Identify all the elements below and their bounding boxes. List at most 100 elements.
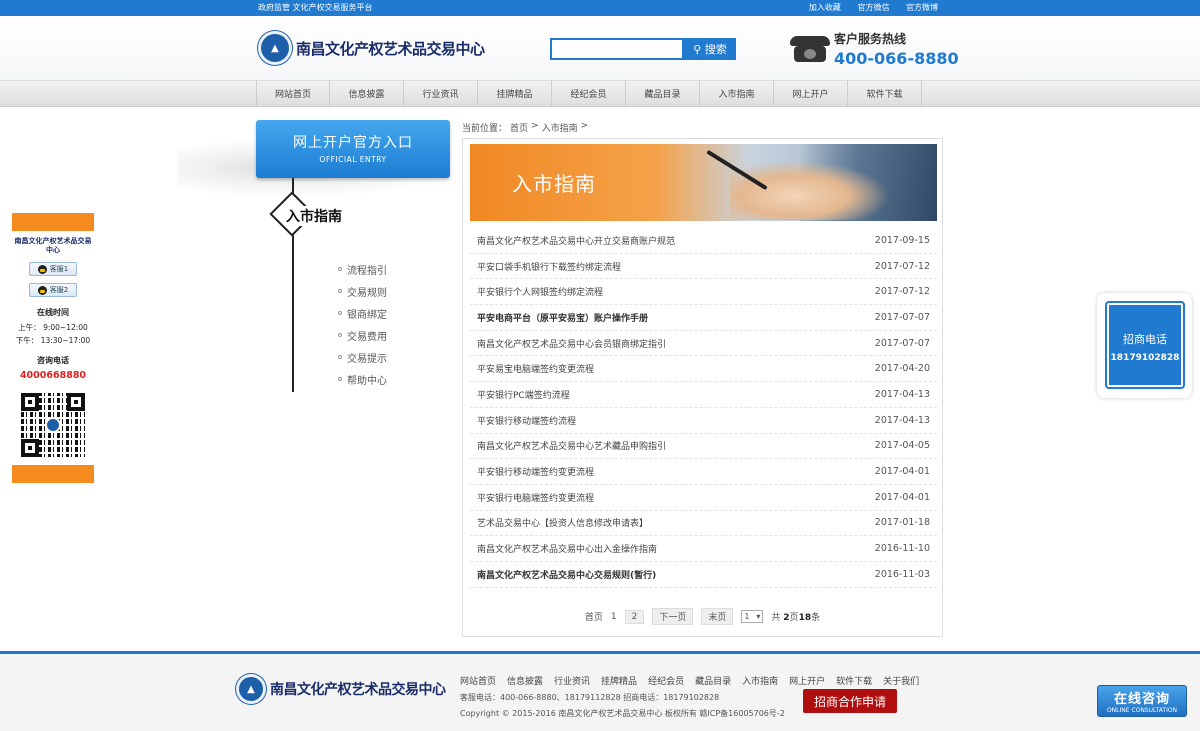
sidebar-item-bank-binding[interactable]: 银商绑定 xyxy=(338,302,387,324)
search-button[interactable]: ⚲ 搜索 xyxy=(684,38,736,60)
pager-last[interactable]: 末页 xyxy=(701,608,734,625)
sidebar-item-fees[interactable]: 交易费用 xyxy=(338,324,387,346)
article-title[interactable]: 平安易宝电脑端签约变更流程 xyxy=(477,362,594,375)
article-title[interactable]: 平安银行PC端签约流程 xyxy=(477,388,570,401)
list-item[interactable]: 平安银行电脑端签约变更流程 2017-04-01 xyxy=(470,485,937,511)
qq-service-2-button[interactable]: 客服2 xyxy=(29,283,77,297)
footer-link-news[interactable]: 行业资讯 xyxy=(554,674,590,687)
article-title[interactable]: 平安口袋手机银行下载签约绑定流程 xyxy=(477,260,621,273)
article-date: 2017-04-20 xyxy=(874,363,930,375)
nav-item-guide[interactable]: 入市指南 xyxy=(700,81,774,106)
top-bar-slogan: 政府监管 文化产权交易服务平台 xyxy=(258,3,373,12)
article-title[interactable]: 南昌文化产权艺术品交易中心交易规则(暂行) xyxy=(477,568,656,581)
article-date: 2017-07-12 xyxy=(874,260,930,272)
sidebar-title: 入市指南 xyxy=(286,206,344,226)
sidebar-item-rules[interactable]: 交易规则 xyxy=(338,280,387,302)
footer-link-open-account[interactable]: 网上开户 xyxy=(789,674,825,687)
footer-logo-text: 南昌文化产权艺术品交易中心 xyxy=(270,682,446,698)
nav-item-disclosure[interactable]: 信息披露 xyxy=(330,81,404,106)
list-item[interactable]: 平安银行移动端签约流程 2017-04-13 xyxy=(470,408,937,434)
list-item[interactable]: 平安电商平台（原平安易宝）账户操作手册 2017-07-07 xyxy=(470,305,937,331)
pager-page-1[interactable]: 1 xyxy=(611,612,617,622)
list-item[interactable]: 平安银行个人网银签约绑定流程 2017-07-12 xyxy=(470,279,937,306)
nav-item-news[interactable]: 行业资讯 xyxy=(404,81,478,106)
article-title[interactable]: 平安银行移动端签约变更流程 xyxy=(477,465,594,478)
article-title[interactable]: 南昌文化产权艺术品交易中心艺术藏品申购指引 xyxy=(477,439,666,452)
article-date: 2017-04-05 xyxy=(874,440,930,452)
pager-page-2[interactable]: 2 xyxy=(624,609,645,624)
footer-link-download[interactable]: 软件下载 xyxy=(836,674,872,687)
article-list: 南昌文化产权艺术品交易中心开立交易商账户规范 2017-09-15 平安口袋手机银行… xyxy=(470,228,937,588)
footer-link-disclosure[interactable]: 信息披露 xyxy=(507,674,543,687)
breadcrumb-end: > xyxy=(580,121,589,131)
site-logo[interactable]: ▲ 南昌文化产权艺术品交易中心 xyxy=(258,31,485,65)
list-item[interactable]: 平安易宝电脑端签约变更流程 2017-04-20 xyxy=(470,356,937,383)
sidebar-item-help[interactable]: 帮助中心 xyxy=(338,368,387,390)
official-entry-sublabel: OFFICIAL ENTRY xyxy=(319,155,387,164)
consult-phone-number: 4000668880 xyxy=(19,370,87,381)
list-item[interactable]: 南昌文化产权艺术品交易中心交易规则(暂行) 2016-11-03 xyxy=(470,562,937,588)
list-item[interactable]: 南昌文化产权艺术品交易中心出入金操作指南 2016-11-10 xyxy=(470,536,937,562)
investment-hotline-title: 招商电话 xyxy=(1123,333,1167,346)
pager-select[interactable]: 1 ▾ xyxy=(741,610,764,623)
sidebar-item-tips[interactable]: 交易提示 xyxy=(338,346,387,368)
nav-item-members[interactable]: 经纪会员 xyxy=(552,81,626,106)
article-date: 2017-09-15 xyxy=(874,234,930,246)
top-bar: 政府监管 文化产权交易服务平台 加入收藏 官方微信 官方微博 xyxy=(0,0,1200,16)
nav-item-open-account[interactable]: 网上开户 xyxy=(774,81,848,106)
qq-service-2-label: 客服2 xyxy=(49,286,69,294)
online-time-title: 在线时间 xyxy=(37,308,69,317)
breadcrumb-current[interactable]: 入市指南 xyxy=(542,121,578,134)
footer-link-about[interactable]: 关于我们 xyxy=(883,674,919,687)
list-item[interactable]: 南昌文化产权艺术品交易中心艺术藏品申购指引 2017-04-05 xyxy=(470,434,937,460)
online-consultation-button[interactable]: 在线咨询 ONLINE CONSULTATION xyxy=(1097,685,1187,717)
online-consultation-sublabel: ONLINE CONSULTATION xyxy=(1106,707,1178,714)
banner-title: 入市指南 xyxy=(512,172,596,196)
top-bar-links: 加入收藏 官方微信 官方微博 xyxy=(795,2,938,13)
add-favorite-link[interactable]: 加入收藏 xyxy=(809,3,841,12)
footer-contact: 客服电话：400-066-8880、18179112828 招商电话：18179… xyxy=(460,693,720,702)
pager-next[interactable]: 下一页 xyxy=(652,608,694,625)
nav-item-download[interactable]: 软件下载 xyxy=(848,81,922,106)
breadcrumb: 当前位置： 首页 > 入市指南 > xyxy=(462,121,591,134)
article-title[interactable]: 平安电商平台（原平安易宝）账户操作手册 xyxy=(477,311,648,324)
list-item[interactable]: 南昌文化产权艺术品交易中心会员银商绑定指引 2017-07-07 xyxy=(470,331,937,357)
panel-logo: 南昌文化产权艺术品交易中心 xyxy=(14,237,92,254)
article-title[interactable]: 南昌文化产权艺术品交易中心出入金操作指南 xyxy=(477,542,657,555)
sidebar-item-process[interactable]: 流程指引 xyxy=(338,258,387,280)
footer-logo[interactable]: ▲ 南昌文化产权艺术品交易中心 xyxy=(236,674,446,704)
article-title[interactable]: 南昌文化产权艺术品交易中心会员银商绑定指引 xyxy=(477,337,666,350)
investment-apply-button[interactable]: 招商合作申请 xyxy=(803,689,897,713)
footer-link-catalog[interactable]: 藏品目录 xyxy=(695,674,731,687)
pager-first[interactable]: 首页 xyxy=(585,610,603,623)
nav-item-home[interactable]: 网站首页 xyxy=(256,81,330,106)
nav-item-catalog[interactable]: 藏品目录 xyxy=(626,81,700,106)
main-nav: 网站首页 信息披露 行业资讯 挂牌精品 经纪会员 藏品目录 入市指南 网上开户 … xyxy=(0,80,1200,107)
search-input[interactable] xyxy=(550,38,684,60)
nav-item-listings[interactable]: 挂牌精品 xyxy=(478,81,552,106)
footer-link-listings[interactable]: 挂牌精品 xyxy=(601,674,637,687)
footer-link-home[interactable]: 网站首页 xyxy=(460,674,496,687)
official-wechat-link[interactable]: 官方微信 xyxy=(857,3,889,12)
breadcrumb-home[interactable]: 首页 xyxy=(510,121,528,134)
investment-hotline-float[interactable]: 招商电话 18179102828 xyxy=(1097,293,1192,398)
qq-service-1-button[interactable]: 客服1 xyxy=(29,262,77,276)
online-time-am: 上午： 9:00~12:00 xyxy=(18,323,88,332)
online-consultation-label: 在线咨询 xyxy=(1113,692,1170,707)
footer-link-guide[interactable]: 入市指南 xyxy=(742,674,778,687)
article-title[interactable]: 平安银行电脑端签约变更流程 xyxy=(477,491,594,504)
breadcrumb-sep: > xyxy=(531,121,539,131)
list-item[interactable]: 艺术品交易中心【投资人信息修改申请表】 2017-01-18 xyxy=(470,511,937,537)
official-weibo-link[interactable]: 官方微博 xyxy=(906,3,938,12)
list-item[interactable]: 平安银行PC端签约流程 2017-04-13 xyxy=(470,382,937,408)
list-item[interactable]: 平安口袋手机银行下载签约绑定流程 2017-07-12 xyxy=(470,254,937,280)
article-title[interactable]: 艺术品交易中心【投资人信息修改申请表】 xyxy=(477,516,648,529)
article-title[interactable]: 平安银行移动端签约流程 xyxy=(477,414,576,427)
article-title[interactable]: 平安银行个人网银签约绑定流程 xyxy=(477,285,603,298)
official-entry-button[interactable]: 网上开户官方入口 OFFICIAL ENTRY xyxy=(256,120,450,178)
article-title[interactable]: 南昌文化产权艺术品交易中心开立交易商账户规范 xyxy=(477,234,675,247)
list-item[interactable]: 南昌文化产权艺术品交易中心开立交易商账户规范 2017-09-15 xyxy=(470,228,937,254)
list-item[interactable]: 平安银行移动端签约变更流程 2017-04-01 xyxy=(470,459,937,485)
footer-link-members[interactable]: 经纪会员 xyxy=(648,674,684,687)
footer-copyright: Copyright © 2015-2016 南昌文化产权艺术品交易中心 板权所有… xyxy=(460,709,785,718)
